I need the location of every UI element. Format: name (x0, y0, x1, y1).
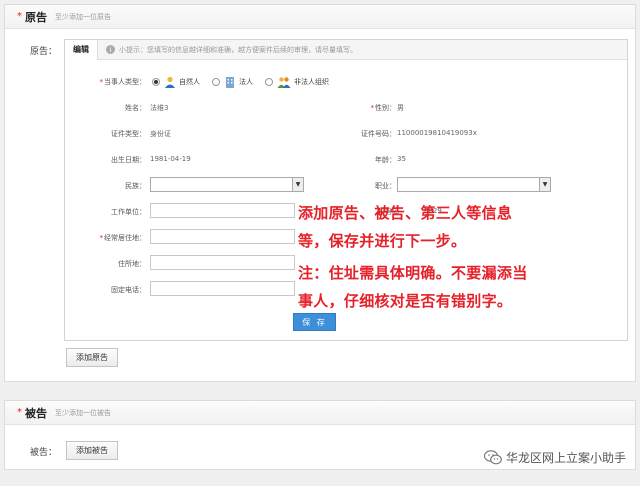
address-input[interactable] (150, 255, 295, 270)
gender-value: 男 (397, 104, 404, 112)
gender-label: *性别： (370, 104, 397, 112)
party-type-unincorporated-org[interactable]: 非法人组织 (265, 76, 329, 88)
ethnicity-select[interactable]: ▼ (150, 177, 304, 192)
party-type-radio-group: 自然人 法人 非法人组织 (152, 76, 341, 88)
chevron-down-icon[interactable]: ▼ (539, 178, 550, 191)
building-icon (224, 76, 236, 88)
edit-tab-bar: 编辑 i 小提示：您填写的信息越详细和准确，越方便案件后续的审理，请尽量填写。 (65, 39, 627, 60)
plaintiff-section-title: 原告 (25, 10, 47, 24)
id-number-label: 证件号码： (361, 130, 396, 138)
chevron-down-icon[interactable]: ▼ (292, 178, 303, 191)
plaintiff-side-label: 原告： (30, 47, 58, 57)
annotation-line-3: 注：住址需具体明确。不要漏添当 (298, 264, 528, 282)
plaintiff-panel-header: * 原告 至少添加一位原告 (5, 5, 635, 29)
defendant-side-label: 被告： (30, 448, 58, 458)
name-label: 姓名： (125, 104, 146, 112)
required-marker: * (17, 407, 22, 418)
plaintiff-section-hint: 至少添加一位原告 (55, 12, 111, 21)
wechat-watermark: 华龙区网上立案小助手 (483, 449, 626, 466)
annotation-line-2: 等，保存并进行下一步。 (298, 232, 467, 250)
tab-edit[interactable]: 编辑 (65, 39, 98, 60)
occupation-select[interactable]: ▼ (397, 177, 551, 192)
name-value: 法维3 (150, 104, 169, 112)
id-type-value: 身份证 (150, 130, 171, 138)
age-value: 35 (397, 155, 406, 163)
radio-checked[interactable] (152, 78, 160, 86)
party-type-natural-person[interactable]: 自然人 (152, 76, 200, 88)
landline-input[interactable] (150, 281, 295, 296)
residence-label: *经常居住地： (99, 234, 147, 242)
radio-unchecked[interactable] (265, 78, 273, 86)
party-type-label: *当事人类型： (99, 78, 147, 86)
group-icon (277, 76, 291, 88)
work-unit-label: 工作单位： (111, 208, 146, 216)
id-type-label: 证件类型： (111, 130, 146, 138)
party-type-legal-person[interactable]: 法人 (212, 76, 253, 88)
watermark-text: 华龙区网上立案小助手 (505, 451, 626, 465)
ethnicity-label: 民族： (125, 182, 146, 190)
wechat-icon (483, 450, 502, 465)
birth-date-label: 出生日期： (111, 156, 146, 164)
required-marker: * (17, 11, 22, 22)
person-icon (164, 76, 176, 88)
occupation-label: 职业： (375, 182, 396, 190)
save-button[interactable]: 保 存 (293, 313, 336, 331)
landline-label: 固定电话： (111, 286, 146, 294)
radio-unchecked[interactable] (212, 78, 220, 86)
age-label: 年龄： (375, 156, 396, 164)
add-plaintiff-button[interactable]: 添加原告 (66, 348, 118, 367)
form-tip: 小提示：您填写的信息越详细和准确，越方便案件后续的审理，请尽量填写。 (119, 45, 357, 54)
id-number-value: 11000019810419093x (397, 129, 477, 137)
add-defendant-button[interactable]: 添加被告 (66, 441, 118, 460)
work-unit-input[interactable] (150, 203, 295, 218)
residence-input[interactable] (150, 229, 295, 244)
defendant-panel-header: * 被告 至少添加一位被告 (5, 401, 635, 425)
defendant-section-title: 被告 (25, 406, 47, 420)
defendant-section-hint: 至少添加一位被告 (55, 408, 111, 417)
annotation-line-4: 事人，仔细核对是否有错别字。 (298, 292, 513, 310)
birth-date-value: 1981-04-19 (150, 155, 191, 163)
annotation-line-1: 添加原告、被告、第三人等信息 (298, 204, 513, 222)
info-icon: i (106, 45, 115, 54)
address-label: 住所地： (118, 260, 146, 268)
